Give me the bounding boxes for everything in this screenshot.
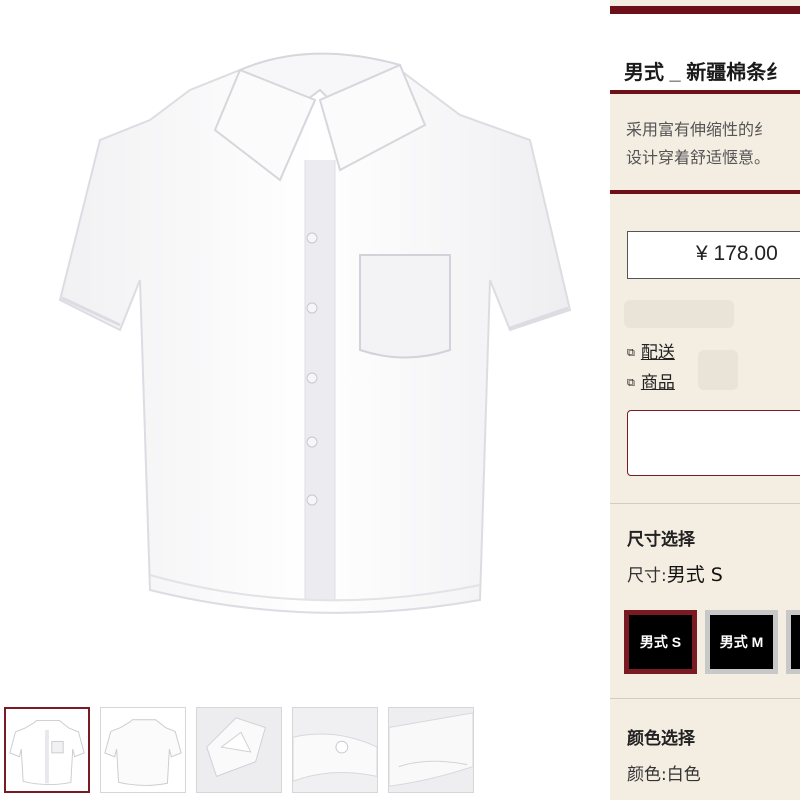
size-option-label	[791, 615, 800, 669]
thumbnail-5[interactable]	[388, 707, 474, 793]
window-icon: ⧉	[627, 376, 635, 389]
price-box: ¥ 178.00	[627, 231, 800, 279]
size-option-s[interactable]: 男式 S	[624, 610, 697, 674]
size-option-label: 男式 S	[629, 615, 692, 669]
thumbnail-3[interactable]	[196, 707, 282, 793]
shirt-image	[58, 52, 572, 614]
main-product-image[interactable]	[0, 0, 610, 700]
option-input[interactable]	[627, 410, 800, 476]
accent-bar	[610, 6, 800, 14]
size-option-m[interactable]: 男式 M	[705, 610, 778, 674]
size-option-more[interactable]	[786, 610, 800, 674]
accent-divider	[610, 190, 800, 194]
goods-label: 商品	[640, 373, 675, 393]
goods-link[interactable]: ⧉ 商品	[627, 368, 675, 393]
color-selected: 颜色:白色	[627, 760, 701, 785]
thumbnail-1[interactable]	[4, 707, 90, 793]
section-divider	[610, 503, 800, 504]
color-section-title: 颜色选择	[627, 729, 695, 749]
thumbnail-4[interactable]	[292, 707, 378, 793]
blurred-area	[624, 300, 734, 328]
description-line: 采用富有伸缩性的纟	[626, 120, 771, 139]
size-prefix: 尺寸:	[627, 566, 667, 586]
section-divider	[610, 698, 800, 699]
title-box: 男式 _ 新疆棉条纟	[610, 14, 800, 94]
product-info-panel: 男式 _ 新疆棉条纟 采用富有伸缩性的纟 设计穿着舒适惬意。 ¥ 178.00 …	[610, 0, 800, 800]
delivery-link[interactable]: ⧉ 配送	[627, 338, 675, 363]
color-value: 白色	[666, 765, 701, 785]
product-title: 男式 _ 新疆棉条纟	[624, 62, 787, 84]
blurred-area	[698, 350, 738, 390]
thumbnail-strip	[4, 707, 604, 793]
size-option-label: 男式 M	[710, 615, 773, 669]
size-selected: 尺寸:男式 S	[627, 560, 723, 587]
size-value: 男式 S	[666, 564, 723, 586]
product-price: ¥ 178.00	[696, 242, 778, 265]
delivery-label: 配送	[640, 343, 675, 363]
thumbnail-2[interactable]	[100, 707, 186, 793]
product-description: 采用富有伸缩性的纟 设计穿着舒适惬意。	[626, 116, 770, 172]
product-page: 男式 _ 新疆棉条纟 采用富有伸缩性的纟 设计穿着舒适惬意。 ¥ 178.00 …	[0, 0, 800, 800]
color-prefix: 颜色:	[627, 765, 667, 785]
size-section-title: 尺寸选择	[627, 530, 695, 550]
window-icon: ⧉	[627, 346, 635, 359]
description-line: 设计穿着舒适惬意。	[626, 148, 771, 167]
